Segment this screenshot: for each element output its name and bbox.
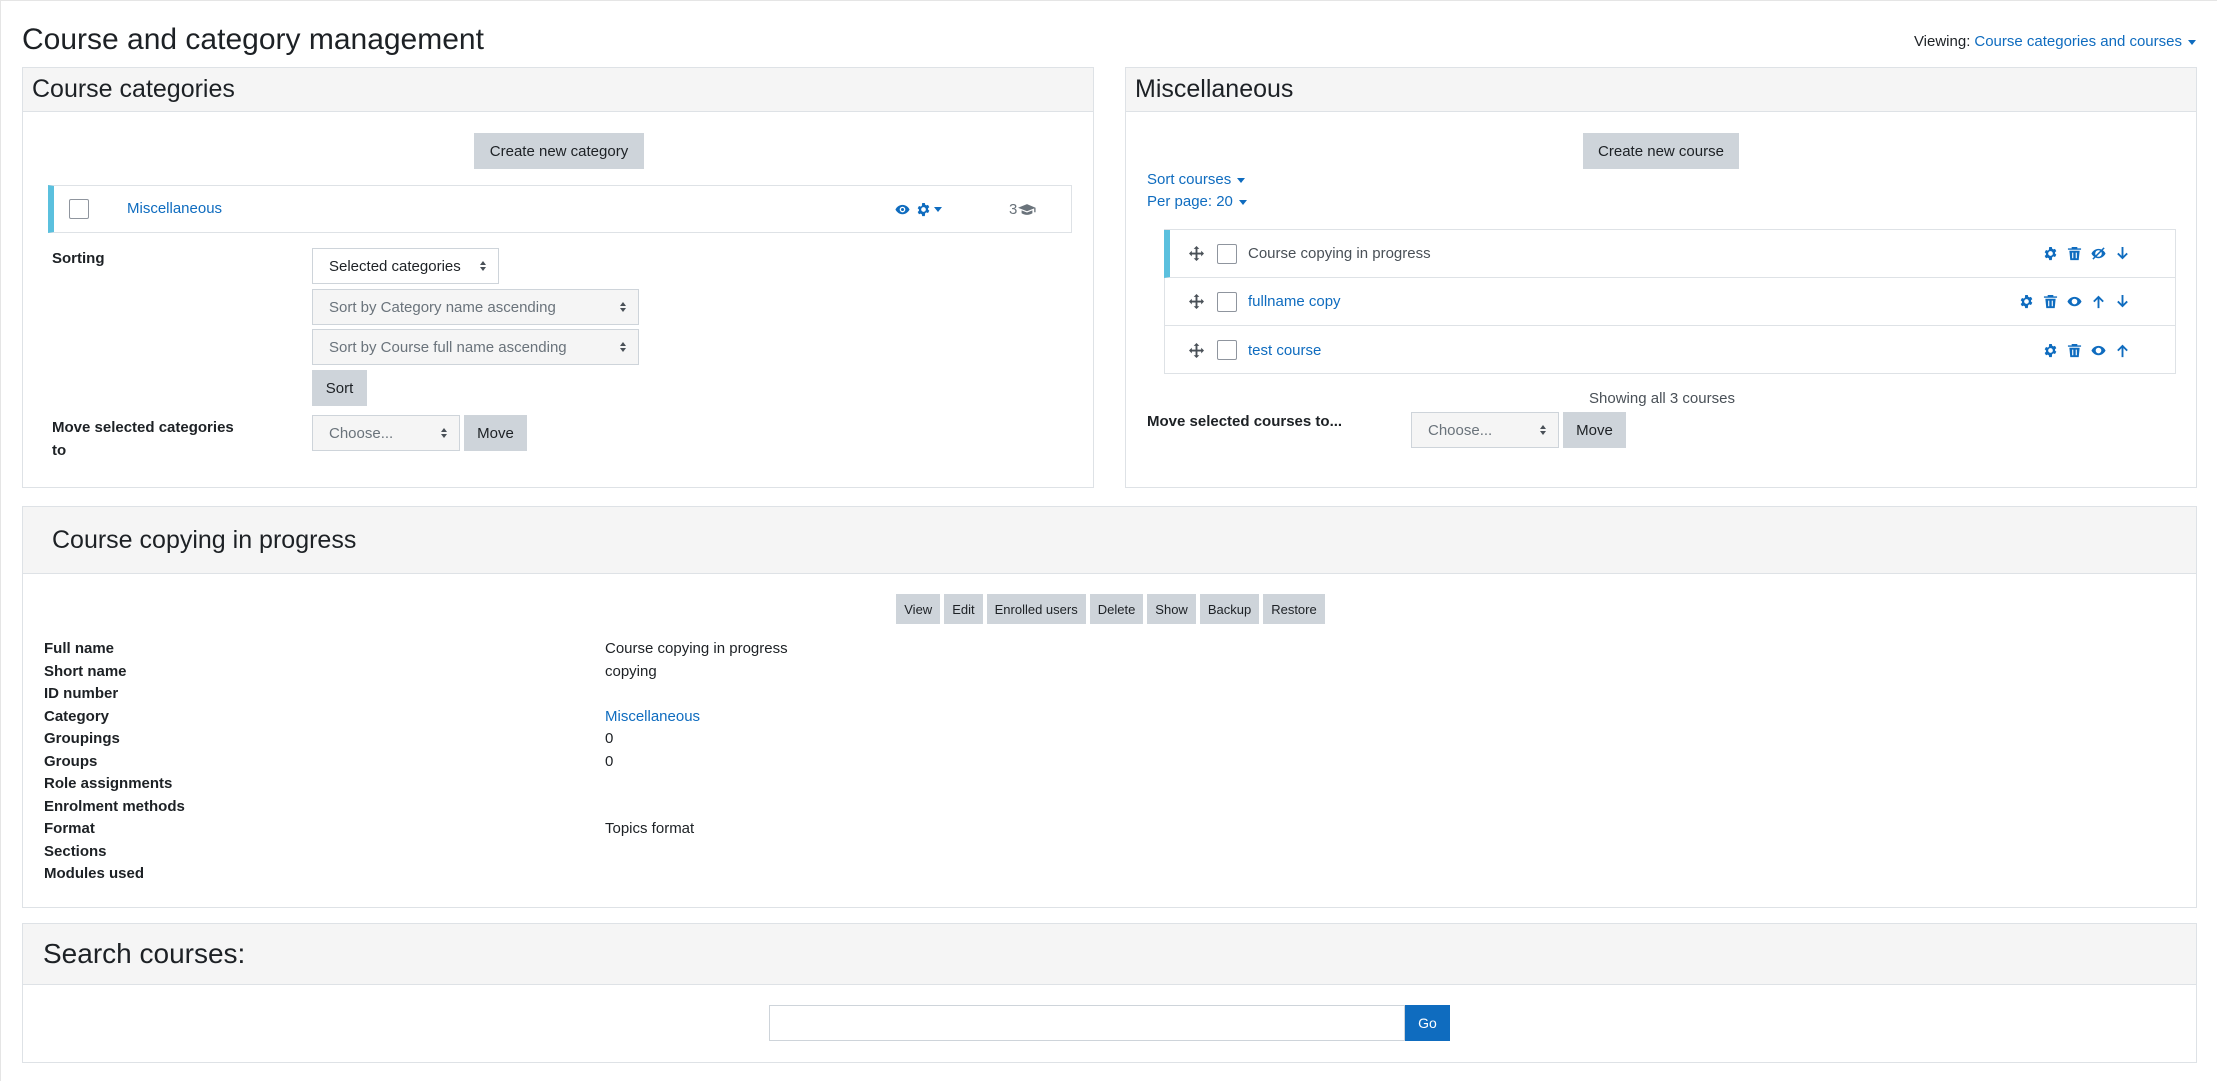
detail-key-format: Format — [44, 820, 95, 837]
page: Course and category management Viewing: … — [0, 0, 2217, 1081]
detail-key-enrolment-methods: Enrolment methods — [44, 798, 185, 815]
detail-key-full-name: Full name — [44, 640, 115, 657]
move-handle-icon[interactable] — [1187, 341, 1205, 359]
sort-button[interactable]: Sort — [312, 370, 367, 406]
search-courses-panel: Search courses: Go — [22, 923, 2197, 1063]
eye-icon[interactable] — [2089, 341, 2107, 359]
move-categories-select[interactable]: Choose... — [312, 415, 460, 451]
backup-button[interactable]: Backup — [1199, 594, 1260, 624]
detail-key-short-name: Short name — [44, 663, 127, 680]
sort-scope-select[interactable]: Selected categories — [312, 248, 499, 284]
sort-course-select[interactable]: Sort by Course full name ascending — [312, 329, 639, 365]
detail-value-groups: 0 — [605, 753, 614, 770]
viewing-label: Viewing: — [1913, 33, 1971, 50]
viewing-dropdown[interactable]: Course categories and courses — [1974, 33, 2196, 50]
caret-down-icon — [2188, 39, 2196, 45]
course-name[interactable]: test course — [1248, 342, 1321, 359]
select-arrows-icon — [620, 302, 626, 312]
course-action-buttons: View Edit Enrolled users Delete Show Bac… — [23, 594, 2198, 624]
move-handle-icon[interactable] — [1187, 293, 1205, 311]
detail-key-category: Category — [44, 708, 110, 725]
gear-icon[interactable] — [2017, 293, 2035, 311]
detail-value-groupings: 0 — [605, 730, 614, 747]
caret-down-icon — [1238, 199, 1247, 205]
courses-panel: Miscellaneous Create new course Sort cou… — [1125, 67, 2197, 488]
course-name[interactable]: Course copying in progress — [1248, 245, 1431, 262]
caret-down-icon[interactable] — [934, 207, 942, 212]
course-detail-panel: Course copying in progress View Edit Enr… — [22, 506, 2197, 908]
course-name[interactable]: fullname copy — [1248, 293, 1341, 310]
arrow-up-icon[interactable] — [2113, 341, 2131, 359]
move-courses-label: Move selected courses to... — [1147, 413, 1343, 430]
detail-value-short-name: copying — [605, 663, 657, 680]
course-checkbox[interactable] — [1217, 340, 1237, 360]
category-checkbox[interactable] — [69, 199, 89, 219]
move-courses-button[interactable]: Move — [1563, 412, 1626, 448]
sorting-label: Sorting — [52, 250, 105, 267]
detail-value-format: Topics format — [605, 820, 695, 837]
course-categories-panel: Course categories Create new category Mi… — [22, 67, 1094, 488]
gear-icon[interactable] — [2041, 341, 2059, 359]
detail-key-groups: Groups — [44, 753, 98, 770]
search-go-button[interactable]: Go — [1405, 1005, 1450, 1041]
select-arrows-icon — [441, 428, 447, 438]
arrow-down-icon[interactable] — [2113, 245, 2131, 263]
courses-panel-heading: Miscellaneous — [1126, 68, 2196, 112]
course-detail-heading: Course copying in progress — [23, 507, 2196, 574]
arrow-down-icon[interactable] — [2113, 293, 2131, 311]
arrow-up-icon[interactable] — [2089, 293, 2107, 311]
sort-category-select[interactable]: Sort by Category name ascending — [312, 289, 639, 325]
course-checkbox[interactable] — [1217, 243, 1237, 264]
detail-value-category-link[interactable]: Miscellaneous — [605, 708, 700, 725]
trash-icon[interactable] — [2065, 341, 2083, 359]
select-arrows-icon — [1540, 425, 1546, 435]
search-courses-input[interactable] — [769, 1005, 1405, 1041]
page-title: Course and category management — [22, 23, 484, 56]
move-handle-icon[interactable] — [1187, 245, 1205, 263]
course-categories-heading: Course categories — [23, 68, 1093, 112]
delete-button[interactable]: Delete — [1089, 594, 1144, 624]
eye-icon[interactable] — [2065, 293, 2083, 311]
graduation-cap-icon — [1017, 200, 1037, 218]
course-checkbox[interactable] — [1217, 291, 1237, 312]
course-list: Course copying in progress fullname copy — [1164, 229, 2176, 374]
detail-key-id-number: ID number — [44, 685, 119, 702]
eye-slash-icon[interactable] — [2089, 245, 2107, 263]
showing-courses-count: Showing all 3 courses — [1589, 390, 1735, 407]
move-categories-button[interactable]: Move — [464, 415, 527, 451]
sort-courses-dropdown[interactable]: Sort courses — [1147, 171, 1246, 188]
enrolled-users-button[interactable]: Enrolled users — [986, 594, 1086, 624]
eye-icon[interactable] — [893, 200, 911, 218]
detail-key-modules-used: Modules used — [44, 865, 145, 882]
create-new-category-button[interactable]: Create new category — [474, 133, 644, 169]
category-course-count: 3 — [1009, 200, 1037, 218]
view-button[interactable]: View — [896, 594, 941, 624]
move-courses-select[interactable]: Choose... — [1411, 412, 1559, 448]
category-link-miscellaneous[interactable]: Miscellaneous — [127, 200, 222, 217]
per-page-dropdown[interactable]: Per page: 20 — [1147, 193, 1247, 210]
show-button[interactable]: Show — [1147, 594, 1196, 624]
search-courses-heading: Search courses: — [23, 924, 2196, 985]
course-row[interactable]: Course copying in progress — [1164, 230, 2175, 278]
gear-icon[interactable] — [2041, 245, 2059, 263]
trash-icon[interactable] — [2065, 245, 2083, 263]
move-categories-label: Move selected categories to — [52, 419, 234, 459]
select-arrows-icon — [480, 261, 486, 271]
trash-icon[interactable] — [2041, 293, 2059, 311]
create-new-course-button[interactable]: Create new course — [1583, 133, 1739, 169]
course-row[interactable]: fullname copy — [1165, 278, 2175, 326]
detail-key-sections: Sections — [44, 843, 107, 860]
course-row[interactable]: test course — [1165, 326, 2175, 374]
select-arrows-icon — [620, 342, 626, 352]
detail-key-role-assignments: Role assignments — [44, 775, 173, 792]
category-row[interactable]: Miscellaneous 3 — [48, 185, 1072, 233]
caret-down-icon — [1237, 177, 1246, 183]
detail-value-full-name: Course copying in progress — [605, 640, 788, 657]
detail-key-groupings: Groupings — [44, 730, 120, 747]
gear-icon[interactable] — [914, 200, 932, 218]
restore-button[interactable]: Restore — [1263, 594, 1325, 624]
viewing-selector: Viewing: Course categories and courses — [1914, 33, 2196, 50]
edit-button[interactable]: Edit — [944, 594, 983, 624]
